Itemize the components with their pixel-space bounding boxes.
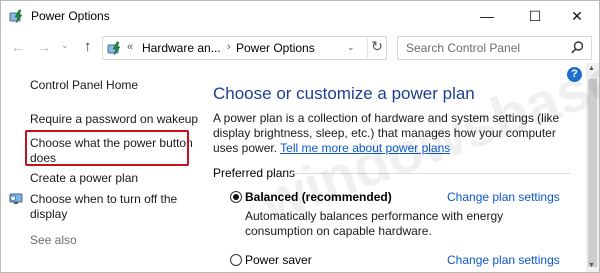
balanced-plan-label[interactable]: Balanced (recommended) — [245, 190, 392, 204]
description-text: A power plan is a collection of hardware… — [213, 111, 569, 156]
power-options-icon — [107, 41, 121, 56]
help-icon[interactable]: ? — [567, 67, 582, 82]
address-dropdown-chevron-icon[interactable]: ⌄ — [347, 42, 355, 53]
minimize-button[interactable]: — — [467, 1, 507, 31]
scroll-up-arrow-icon[interactable]: ▲ — [588, 65, 595, 72]
window-frame: Power Options — ☐ ✕ ← → ⌄ ↑ « Hardware a… — [0, 0, 600, 273]
breadcrumb-separator[interactable]: › — [227, 41, 231, 53]
search-input[interactable]: Search Control Panel — [406, 41, 520, 55]
breadcrumb-hardware[interactable]: Hardware an... — [142, 41, 221, 55]
close-button[interactable]: ✕ — [557, 1, 597, 31]
recent-locations-chevron-icon[interactable]: ⌄ — [61, 40, 69, 51]
power-saver-plan-label[interactable]: Power saver — [245, 253, 312, 267]
balanced-change-settings-link[interactable]: Change plan settings — [447, 190, 560, 204]
forward-arrow-icon[interactable]: → — [37, 39, 51, 55]
display-icon — [9, 193, 23, 204]
up-arrow-icon[interactable]: ↑ — [84, 38, 92, 55]
scroll-down-arrow-icon[interactable]: ▼ — [588, 262, 595, 269]
search-icon[interactable] — [570, 40, 585, 55]
window-title: Power Options — [31, 9, 110, 23]
learn-more-link[interactable]: Tell me more about power plans — [280, 141, 450, 155]
search-box[interactable]: Search Control Panel — [397, 36, 592, 60]
maximize-button[interactable]: ☐ — [515, 1, 555, 31]
see-also-heading: See also — [30, 233, 77, 247]
title-bar: Power Options — ☐ ✕ — [1, 1, 599, 31]
highlight-box — [25, 130, 189, 166]
breadcrumb-power-options[interactable]: Power Options — [236, 41, 315, 55]
scrollbar-thumb[interactable] — [588, 79, 597, 267]
power-saver-change-settings-link[interactable]: Change plan settings — [447, 253, 560, 267]
control-panel-home-link[interactable]: Control Panel Home — [30, 78, 138, 93]
balanced-plan-description: Automatically balances performance with … — [245, 209, 504, 238]
require-password-link[interactable]: Require a password on wakeup — [30, 112, 198, 127]
power-saver-radio[interactable] — [230, 254, 242, 266]
back-arrow-icon[interactable]: ← — [11, 39, 25, 55]
vertical-scrollbar[interactable]: ▲ ▼ — [586, 63, 599, 272]
preferred-plans-heading: Preferred plans — [213, 166, 296, 180]
create-power-plan-link[interactable]: Create a power plan — [30, 171, 138, 186]
turn-off-display-link[interactable]: Choose when to turn off the display — [30, 192, 190, 222]
page-title: Choose or customize a power plan — [213, 84, 475, 103]
power-options-icon — [9, 9, 23, 24]
preferred-plans-divider — [291, 173, 571, 174]
address-bar[interactable]: « Hardware an... › Power Options ⌄ ↻ — [102, 36, 387, 60]
balanced-radio[interactable] — [230, 191, 242, 203]
breadcrumb-overflow[interactable]: « — [127, 41, 133, 53]
refresh-icon[interactable]: ↻ — [367, 38, 386, 58]
